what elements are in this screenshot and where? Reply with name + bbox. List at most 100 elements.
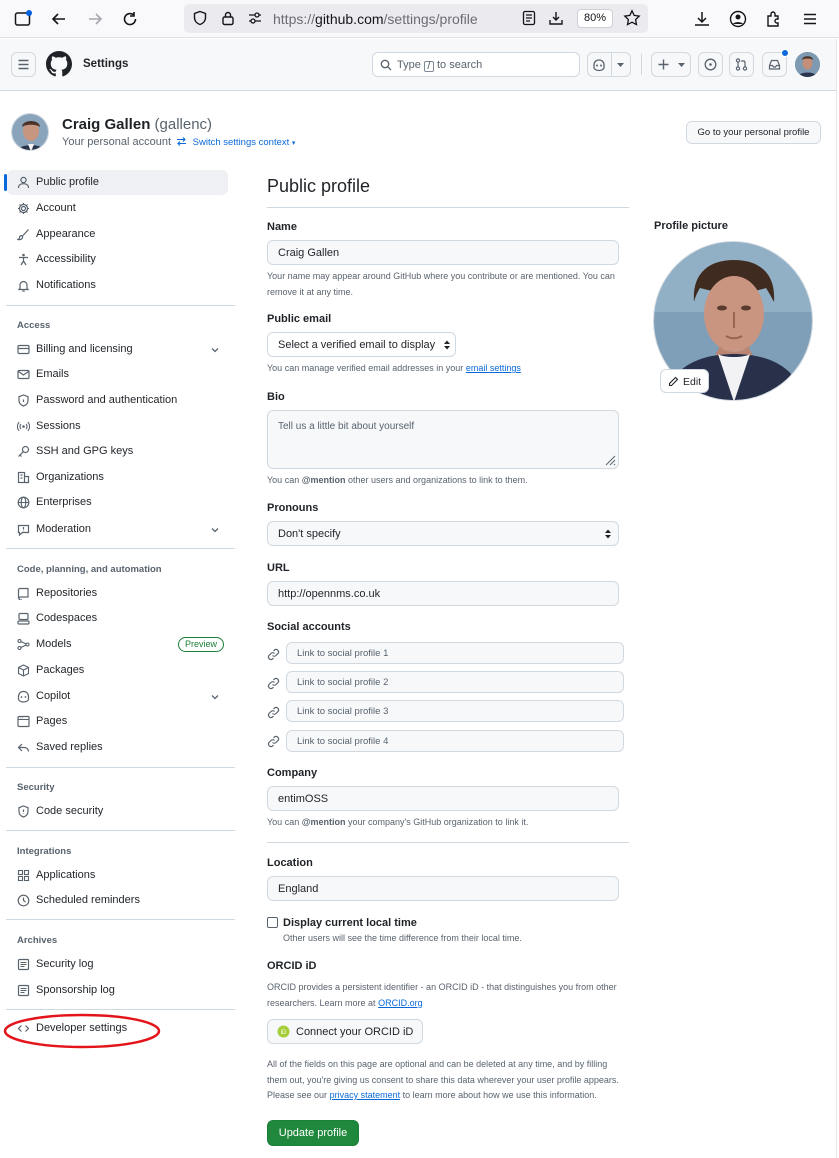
sidebar-item-notifications[interactable]: Notifications <box>7 273 228 298</box>
name-field[interactable]: Craig Gallen <box>267 240 619 265</box>
company-field[interactable]: entimOSS <box>267 786 619 811</box>
orcid-link[interactable]: ORCID.org <box>378 998 423 1008</box>
copilot-icon <box>17 690 30 703</box>
sidebar-item-billing[interactable]: Billing and licensing <box>7 337 228 362</box>
social-profile-4-field[interactable]: Link to social profile 4 <box>286 730 624 752</box>
sidebar-item-security-log[interactable]: Security log <box>7 952 228 977</box>
sidebar-item-codespaces[interactable]: Codespaces <box>7 606 228 631</box>
triangle-down-icon <box>678 63 685 67</box>
bio-note: You can @mention other users and organiz… <box>267 475 528 485</box>
sidebar-item-ssh-gpg[interactable]: SSH and GPG keys <box>7 439 228 464</box>
zoom-level[interactable]: 80% <box>577 9 613 28</box>
location-field[interactable]: England <box>267 876 619 901</box>
public-email-label: Public email <box>267 313 332 325</box>
bio-textarea[interactable]: Tell us a little bit about yourself <box>267 410 619 469</box>
sidebar-item-saved-replies[interactable]: Saved replies <box>7 735 228 760</box>
select-arrows-icon <box>605 529 611 539</box>
sidebar-item-accessibility[interactable]: Accessibility <box>7 247 228 272</box>
social-profile-3-field[interactable]: Link to social profile 3 <box>286 700 624 722</box>
sidebar-item-packages[interactable]: Packages <box>7 658 228 683</box>
bookmark-star-icon[interactable] <box>623 9 641 27</box>
issues-button[interactable] <box>698 52 723 77</box>
link-icon <box>267 648 280 661</box>
sidebar-divider <box>6 767 235 768</box>
link-icon <box>267 677 280 690</box>
sidebar-item-scheduled-reminders[interactable]: Scheduled reminders <box>7 888 228 913</box>
go-to-profile-button[interactable]: Go to your personal profile <box>686 121 821 144</box>
local-time-label[interactable]: Display current local time <box>283 917 417 929</box>
sidebar-item-account[interactable]: Account <box>7 196 228 221</box>
sidebar-toggle-icon[interactable] <box>14 10 32 28</box>
downloads-icon[interactable] <box>693 10 711 28</box>
social-accounts-label: Social accounts <box>267 621 351 633</box>
sidebar-item-organizations[interactable]: Organizations <box>7 465 228 490</box>
edit-picture-button[interactable]: Edit <box>660 369 709 393</box>
sidebar-item-emails[interactable]: Emails <box>7 362 228 387</box>
sidebar-item-copilot[interactable]: Copilot <box>7 684 228 709</box>
sidebar-heading-archives: Archives <box>17 935 58 946</box>
log-icon <box>17 984 30 997</box>
sidebar-item-password-auth[interactable]: Password and authentication <box>7 388 228 413</box>
account-icon[interactable] <box>729 10 747 28</box>
sidebar-item-code-security[interactable]: Code security <box>7 799 228 824</box>
sidebar-item-repositories[interactable]: Repositories <box>7 581 228 606</box>
issue-opened-icon <box>704 58 717 71</box>
chevron-down-icon <box>211 695 219 700</box>
sidebar-item-models[interactable]: Models Preview <box>7 632 228 657</box>
save-page-icon[interactable] <box>548 10 566 28</box>
pull-requests-button[interactable] <box>729 52 754 77</box>
tracking-shield-icon[interactable] <box>192 10 210 28</box>
social-profile-1-field[interactable]: Link to social profile 1 <box>286 642 624 664</box>
email-settings-link[interactable]: email settings <box>466 363 521 373</box>
lock-icon[interactable] <box>220 10 238 28</box>
menu-button[interactable] <box>11 52 36 77</box>
privacy-statement-link[interactable]: privacy statement <box>330 1090 401 1100</box>
github-logo-icon[interactable] <box>46 51 72 77</box>
organization-icon <box>17 471 30 484</box>
extensions-icon[interactable] <box>765 10 783 28</box>
hamburger-icon <box>18 59 29 70</box>
globe-icon <box>17 496 30 509</box>
back-icon[interactable] <box>50 10 68 28</box>
local-time-checkbox[interactable] <box>267 917 278 928</box>
gear-icon <box>18 203 29 214</box>
connect-orcid-button[interactable]: iD Connect your ORCID iD <box>267 1019 423 1044</box>
resize-handle-icon[interactable] <box>605 455 616 466</box>
sidebar-item-pages[interactable]: Pages <box>7 709 228 734</box>
inbox-button[interactable] <box>762 49 789 77</box>
url-text[interactable]: https://github.com/settings/profile <box>273 11 478 27</box>
reload-icon[interactable] <box>121 10 139 28</box>
pronouns-select[interactable]: Don't specify <box>267 521 619 546</box>
sidebar-item-appearance[interactable]: Appearance <box>7 222 228 247</box>
sidebar-item-enterprises[interactable]: Enterprises <box>7 490 228 515</box>
credit-card-icon <box>17 344 30 355</box>
sidebar-item-moderation[interactable]: Moderation <box>7 517 228 542</box>
update-profile-button[interactable]: Update profile <box>267 1120 359 1146</box>
sidebar-divider <box>6 305 235 306</box>
git-pull-request-icon <box>735 58 748 71</box>
sidebar-item-sponsorship-log[interactable]: Sponsorship log <box>7 978 228 1003</box>
reader-view-icon[interactable] <box>521 10 539 28</box>
menu-icon[interactable] <box>801 10 819 28</box>
preview-badge: Preview <box>178 637 225 652</box>
create-new-button[interactable] <box>651 52 691 77</box>
sidebar-heading-access: Access <box>17 320 51 331</box>
sidebar-item-applications[interactable]: Applications <box>7 863 228 888</box>
profile-picture-label: Profile picture <box>654 220 728 232</box>
public-email-select[interactable]: Select a verified email to display <box>267 332 456 357</box>
mail-icon <box>17 369 30 380</box>
header-title[interactable]: Settings <box>83 58 128 70</box>
search-input[interactable]: Type / to search <box>372 52 580 77</box>
permissions-icon[interactable] <box>247 10 265 28</box>
address-bar[interactable]: https://github.com/settings/profile 80% <box>184 4 648 33</box>
key-icon <box>18 445 30 457</box>
forward-icon[interactable] <box>86 10 104 28</box>
url-field[interactable]: http://opennms.co.uk <box>267 581 619 606</box>
sidebar-item-public-profile[interactable]: Public profile <box>4 170 228 195</box>
social-profile-2-field[interactable]: Link to social profile 2 <box>286 671 624 693</box>
url-label: URL <box>267 562 290 574</box>
copilot-button[interactable] <box>587 52 631 77</box>
switch-context-link[interactable]: Switch settings context ▾ <box>176 136 295 148</box>
user-avatar[interactable] <box>795 52 820 77</box>
sidebar-item-sessions[interactable]: Sessions <box>7 414 228 439</box>
